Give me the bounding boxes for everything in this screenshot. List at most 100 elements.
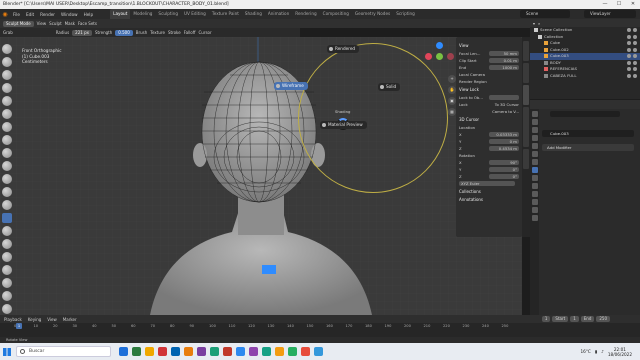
tab-scripting[interactable]: Scripting [393, 9, 418, 19]
cursor-rotation-z[interactable]: 0° [489, 173, 519, 179]
taskbar-app-icon[interactable] [184, 347, 193, 356]
cursor-rotation-y[interactable]: 0° [489, 166, 519, 172]
weather-text[interactable]: 16°C [581, 349, 591, 354]
cursor-rotation-x[interactable]: 90° [489, 159, 519, 165]
cursor-menu[interactable]: Cursor [199, 30, 212, 35]
gizmo-neg-x-icon[interactable] [447, 53, 454, 60]
gizmo-y-icon[interactable] [436, 53, 443, 60]
taskbar-app-icon[interactable] [275, 347, 284, 356]
strength-field[interactable]: 0.500 [115, 29, 133, 36]
tool-props-icon[interactable] [531, 111, 538, 117]
taskbar-app-icon[interactable] [314, 347, 323, 356]
taskbar-app-icon[interactable] [197, 347, 206, 356]
start-button[interactable] [0, 343, 14, 360]
disable-render-icon[interactable] [633, 73, 637, 78]
layer-brush-icon[interactable] [2, 109, 12, 119]
clay-brush-icon[interactable] [2, 70, 12, 80]
hide-in-viewport-icon[interactable] [627, 60, 631, 65]
rotate-brush-icon[interactable] [2, 291, 12, 301]
pose-brush-icon[interactable] [2, 265, 12, 275]
clay-strips-brush-icon[interactable] [2, 83, 12, 93]
taskbar-app-icon[interactable] [210, 347, 219, 356]
navigation-gizmo[interactable] [425, 42, 455, 72]
hide-in-viewport-icon[interactable] [627, 41, 631, 45]
current-frame-field[interactable]: 1 [541, 316, 551, 322]
viewport-canvas[interactable] [0, 37, 522, 315]
focal-length-field[interactable]: 50 mm [489, 50, 519, 56]
scrape-brush-icon[interactable] [2, 200, 12, 210]
falloff-menu[interactable]: Falloff [184, 30, 196, 35]
marker-menu[interactable]: Marker [63, 317, 77, 322]
maximize-button[interactable]: ☐ [612, 0, 626, 9]
add-modifier-button[interactable]: Add Modifier [542, 144, 634, 151]
tab-edit[interactable] [523, 149, 529, 169]
outliner-filter-icon[interactable]: ▾ [533, 21, 535, 26]
taskbar-app-icon[interactable] [236, 347, 245, 356]
taskbar-app-icon[interactable] [249, 347, 258, 356]
taskbar-app-icon[interactable] [119, 347, 128, 356]
playback-menu[interactable]: Playback [4, 317, 22, 322]
taskbar-app-icon[interactable] [288, 347, 297, 356]
mask-brush-icon[interactable] [2, 304, 12, 314]
hide-in-viewport-icon[interactable] [627, 67, 631, 71]
disable-render-icon[interactable] [633, 67, 637, 71]
gizmo-z-icon[interactable] [436, 42, 443, 49]
taskbar-app-icon[interactable] [158, 347, 167, 356]
clip-start-field[interactable]: 0.01 m [489, 57, 519, 63]
keying-menu[interactable]: Keying [28, 317, 41, 322]
tab-rendering[interactable]: Rendering [292, 9, 319, 19]
taskbar-app-icon[interactable] [262, 347, 271, 356]
data-props-icon[interactable] [531, 199, 538, 205]
world-props-icon[interactable] [531, 151, 538, 157]
pie-option-rendered[interactable]: Rendered [327, 45, 360, 53]
tab-compositing[interactable]: Compositing [320, 9, 352, 19]
clock[interactable]: 22:01 18/06/2022 [608, 347, 632, 357]
tab-shading[interactable]: Shading [242, 9, 265, 19]
cursor-location-y[interactable]: 0 m [489, 138, 519, 144]
taskbar-app-icon[interactable] [145, 347, 154, 356]
object-name-field[interactable]: Cube.003 [542, 130, 634, 137]
taskbar-app-icon[interactable] [223, 347, 232, 356]
nudge-brush-icon[interactable] [2, 278, 12, 288]
volume-icon[interactable]: ♪ [601, 349, 604, 354]
3d-cursor-header[interactable]: 3D Cursor [459, 117, 519, 122]
tab-animation[interactable]: Animation [265, 9, 292, 19]
crease-brush-icon[interactable] [2, 148, 12, 158]
brush-name[interactable]: Grab [3, 30, 13, 35]
menu-mask[interactable]: Mask [65, 21, 75, 26]
minimize-button[interactable]: — [598, 0, 612, 9]
playhead[interactable]: 1 [16, 323, 22, 329]
pie-option-solid[interactable]: Solid [378, 83, 401, 91]
disable-render-icon[interactable] [633, 54, 637, 58]
flatten-brush-icon[interactable] [2, 174, 12, 184]
clip-end-field[interactable]: 1000 m [489, 64, 519, 70]
brush-menu[interactable]: Brush [136, 30, 148, 35]
tab-tool[interactable] [523, 63, 529, 83]
mode-selector[interactable]: Sculpt Mode [3, 20, 34, 27]
pie-option-material-preview[interactable]: Material Preview [320, 121, 367, 129]
lock-3d-cursor-checkbox[interactable]: To 3D Cursor [495, 102, 519, 107]
outliner-search-icon[interactable]: ⌕ [538, 21, 540, 26]
collections-header[interactable]: Collections [459, 189, 519, 194]
stroke-menu[interactable]: Stroke [168, 30, 181, 35]
tab-view[interactable] [523, 85, 529, 105]
annotations-header[interactable]: Annotations [459, 197, 519, 202]
draw-brush-icon[interactable] [2, 44, 12, 54]
end-frame-field[interactable]: 250 [596, 316, 610, 322]
elastic-deform-brush-icon[interactable] [2, 226, 12, 236]
object-props-icon[interactable] [531, 159, 538, 165]
radius-field[interactable]: 221 px [72, 29, 92, 36]
taskbar-app-icon[interactable] [171, 347, 180, 356]
particles-props-icon[interactable] [531, 175, 538, 181]
cursor-location-x[interactable]: 0.03333 m [489, 131, 519, 137]
fill-brush-icon[interactable] [2, 187, 12, 197]
timeline-ruler[interactable]: 1 0 10 20 30 40 50 60 70 80 90 100 110 120 130 140 150 1… [0, 323, 640, 331]
camera-icon[interactable]: ▣ [448, 97, 456, 105]
material-props-icon[interactable] [531, 207, 538, 213]
tab-geometry-nodes[interactable]: Geometry Nodes [352, 9, 393, 19]
physics-props-icon[interactable] [531, 183, 538, 189]
properties-search-input[interactable] [550, 111, 620, 117]
hide-in-viewport-icon[interactable] [627, 34, 631, 39]
disable-render-icon[interactable] [633, 47, 637, 52]
blender-logo-icon[interactable]: ◉ [0, 9, 10, 19]
